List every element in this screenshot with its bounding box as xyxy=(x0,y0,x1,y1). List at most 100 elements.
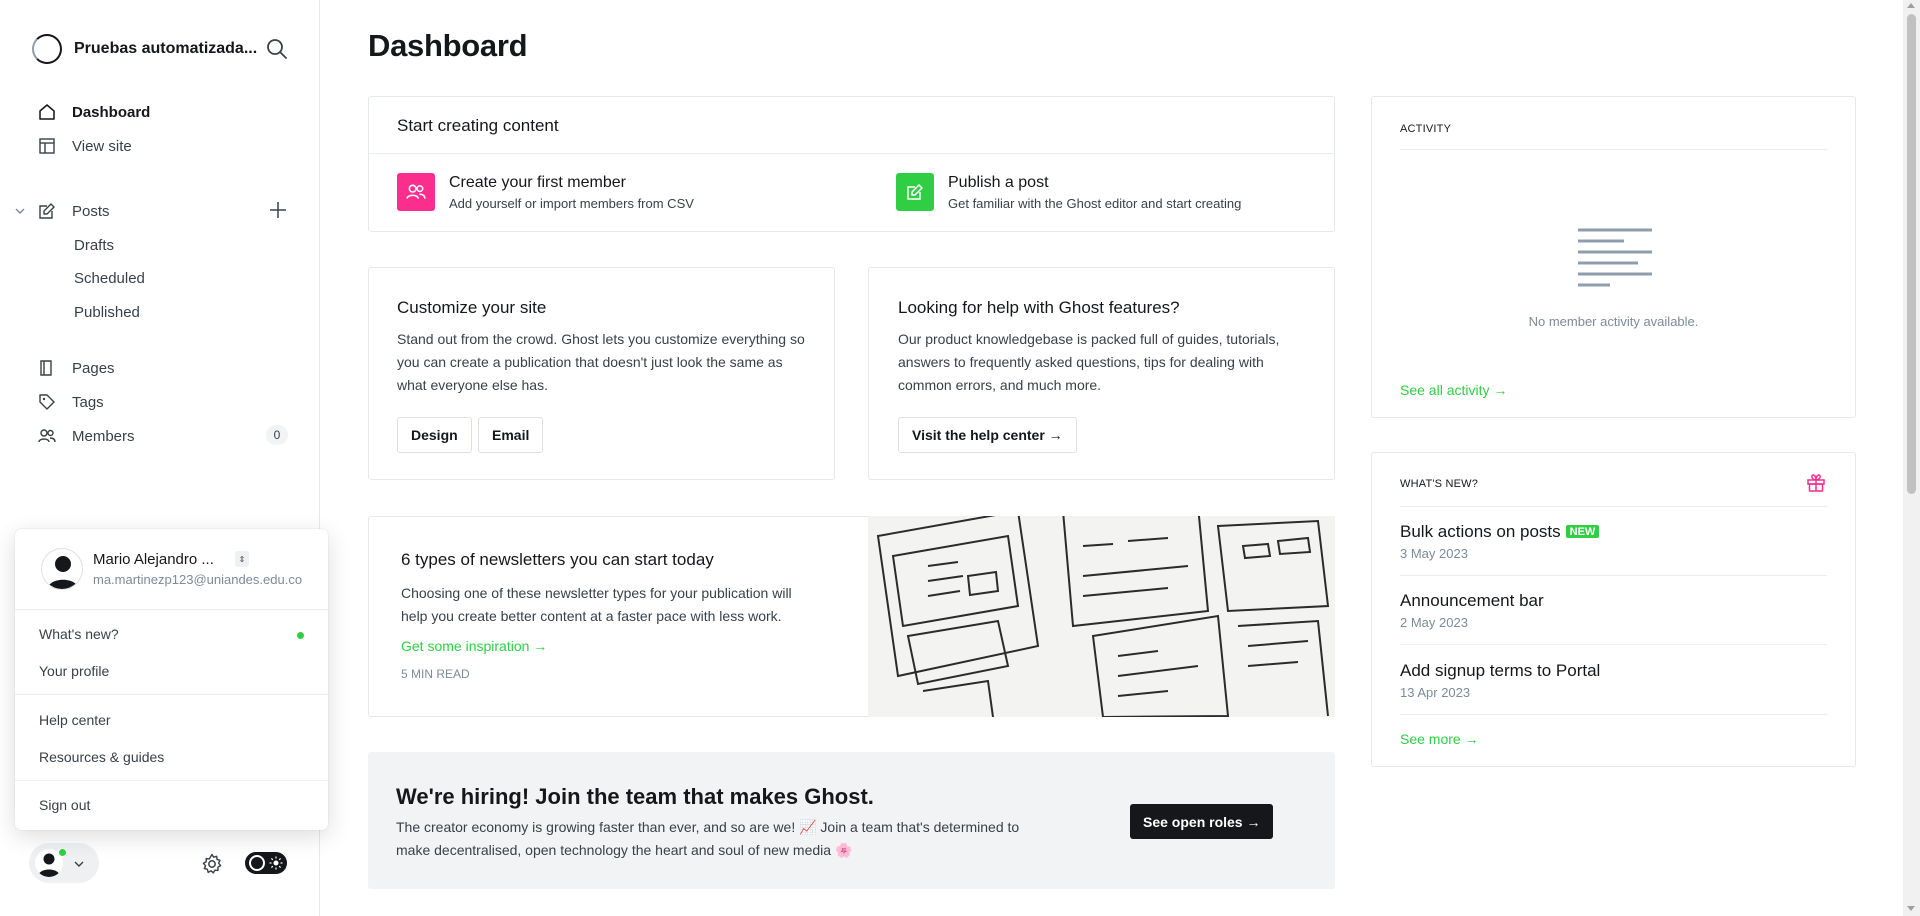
scroll-up-arrow-icon[interactable] xyxy=(1907,3,1915,8)
home-icon xyxy=(38,103,56,121)
site-brand[interactable]: Pruebas automatizada... xyxy=(32,34,257,64)
menu-item-whats-new[interactable]: What's new? xyxy=(39,626,119,642)
sidebar-item-label: Members xyxy=(72,427,135,445)
divider xyxy=(15,780,328,781)
sidebar-item-published[interactable]: Published xyxy=(74,304,140,321)
plus-icon[interactable] xyxy=(268,200,288,220)
menu-item-resources[interactable]: Resources & guides xyxy=(39,749,164,765)
whats-new-label: WHAT'S NEW? xyxy=(1400,478,1479,490)
page-title: Dashboard xyxy=(368,28,528,63)
menu-item-help-center[interactable]: Help center xyxy=(39,712,111,728)
search-icon[interactable] xyxy=(264,36,290,62)
sun-icon xyxy=(269,856,283,870)
sidebar-item-pages[interactable]: Pages xyxy=(38,359,115,377)
divider xyxy=(1400,506,1827,507)
site-title: Pruebas automatizada... xyxy=(74,40,258,57)
page-scrollbar[interactable] xyxy=(1903,0,1920,916)
members-count-badge: 0 xyxy=(266,425,288,445)
divider xyxy=(1400,714,1827,715)
account-switch-icon[interactable]: ⇕ xyxy=(235,551,249,567)
sidebar-item-drafts[interactable]: Drafts xyxy=(74,237,114,254)
whats-new-card: WHAT'S NEW? Bulk actions on posts NEW 3 M… xyxy=(1371,452,1856,767)
news-item-title[interactable]: Announcement bar xyxy=(1400,591,1544,611)
sidebar-item-scheduled[interactable]: Scheduled xyxy=(74,270,145,287)
user-dropdown-menu: Mario Alejandro ... ⇕ ma.martinezp123@un… xyxy=(15,529,328,830)
article-image xyxy=(868,516,1335,717)
sidebar-item-label: Dashboard xyxy=(72,103,151,121)
help-center-button[interactable]: Visit the help center → xyxy=(898,417,1077,453)
create-member-text: Add yourself or import members from CSV xyxy=(449,196,694,211)
article-excerpt: Choosing one of these newsletter types f… xyxy=(401,585,792,624)
theme-toggle[interactable] xyxy=(245,852,287,874)
sidebar-item-label: Pages xyxy=(72,359,115,377)
publish-post-link[interactable]: Publish a post xyxy=(948,174,1049,192)
page-icon xyxy=(38,359,56,377)
sidebar-item-label: Posts xyxy=(72,202,110,220)
article-title: 6 types of newsletters you can start tod… xyxy=(401,550,714,569)
menu-item-your-profile[interactable]: Your profile xyxy=(39,663,109,679)
online-status-dot xyxy=(58,848,67,857)
site-logo-icon xyxy=(32,34,62,64)
see-more-link[interactable]: See more → xyxy=(1400,731,1479,747)
layout-icon xyxy=(38,137,56,155)
inspiration-link[interactable]: Get some inspiration → xyxy=(401,638,547,654)
sidebar-item-posts[interactable]: Posts xyxy=(38,202,110,220)
user-email: ma.martinezp123@uniandes.edu.co xyxy=(93,572,303,587)
email-button[interactable]: Email xyxy=(478,417,544,453)
start-creating-card: Start creating content Create your first… xyxy=(368,96,1335,232)
gift-icon xyxy=(1806,473,1826,493)
chevron-down-icon xyxy=(73,857,85,869)
card-title: Looking for help with Ghost features? xyxy=(898,298,1180,317)
see-all-activity-link[interactable]: See all activity → xyxy=(1400,382,1507,398)
scroll-down-arrow-icon[interactable] xyxy=(1907,906,1915,911)
scrollbar-thumb[interactable] xyxy=(1907,14,1916,494)
notification-dot xyxy=(297,632,304,639)
news-item-date: 3 May 2023 xyxy=(1400,546,1468,561)
news-item-date: 2 May 2023 xyxy=(1400,615,1468,630)
divider xyxy=(1400,575,1827,576)
divider xyxy=(15,694,328,695)
read-time: 5 MIN READ xyxy=(401,667,470,681)
card-text: Our product knowledgebase is packed full… xyxy=(898,331,1280,393)
create-member-link[interactable]: Create your first member xyxy=(449,174,626,192)
menu-item-sign-out[interactable]: Sign out xyxy=(39,797,90,813)
customize-site-card: Customize your site Stand out from the c… xyxy=(368,267,835,480)
sidebar-item-view-site[interactable]: View site xyxy=(38,137,132,155)
card-title: Start creating content xyxy=(397,116,559,135)
activity-label: ACTIVITY xyxy=(1400,123,1452,135)
activity-card: ACTIVITY No member activity available. S… xyxy=(1371,96,1856,418)
sidebar-item-label: View site xyxy=(72,137,132,155)
user-menu-trigger[interactable] xyxy=(29,843,99,883)
edit-icon xyxy=(38,202,56,220)
members-icon[interactable] xyxy=(397,173,435,211)
divider xyxy=(369,153,1334,154)
hiring-text: The creator economy is growing faster th… xyxy=(396,819,1020,858)
card-text: Stand out from the crowd. Ghost lets you… xyxy=(397,331,805,393)
news-item-title[interactable]: Add signup terms to Portal xyxy=(1400,661,1600,681)
sidebar-item-tags[interactable]: Tags xyxy=(38,393,104,411)
divider xyxy=(15,609,328,610)
sidebar-item-dashboard[interactable]: Dashboard xyxy=(38,103,150,121)
hiring-title: We're hiring! Join the team that makes G… xyxy=(396,784,874,809)
news-item-date: 13 Apr 2023 xyxy=(1400,685,1471,700)
empty-list-icon xyxy=(1576,227,1656,297)
sidebar-item-members[interactable]: Members xyxy=(38,427,135,445)
toggle-knob xyxy=(249,855,265,871)
help-card: Looking for help with Ghost features? Ou… xyxy=(868,267,1335,480)
new-badge: NEW xyxy=(1565,525,1600,538)
gear-icon[interactable] xyxy=(200,852,224,876)
sidebar-item-label: Tags xyxy=(72,393,104,411)
see-open-roles-button[interactable]: See open roles → xyxy=(1130,804,1274,839)
news-item-title[interactable]: Bulk actions on posts NEW xyxy=(1400,522,1600,542)
empty-state-text: No member activity available. xyxy=(1528,314,1699,329)
members-icon xyxy=(38,427,56,445)
divider xyxy=(1400,644,1827,645)
design-button[interactable]: Design xyxy=(397,417,472,453)
edit-icon[interactable] xyxy=(896,173,934,211)
chevron-down-icon[interactable] xyxy=(14,204,26,216)
divider xyxy=(1400,149,1827,150)
user-name: Mario Alejandro ... xyxy=(93,551,214,568)
publish-post-text: Get familiar with the Ghost editor and s… xyxy=(948,196,1242,211)
avatar xyxy=(41,548,83,590)
card-title: Customize your site xyxy=(397,298,547,317)
